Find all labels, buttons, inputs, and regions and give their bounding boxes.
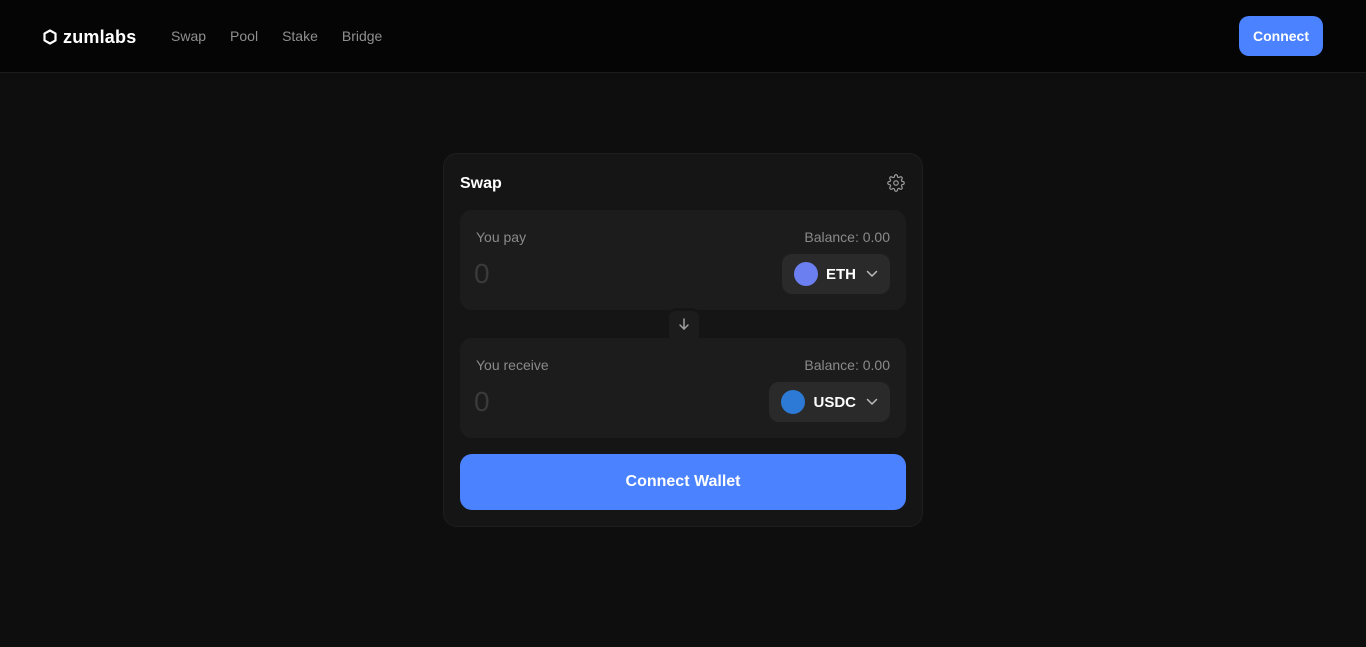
eth-token-icon (794, 262, 818, 286)
nav-swap[interactable]: Swap (171, 28, 206, 45)
top-bar: zumlabs Swap Pool Stake Bridge Connect (0, 0, 1366, 73)
connect-button[interactable]: Connect (1239, 16, 1323, 56)
swap-card: Swap You pay Balance: 0.00 ETH You recei… (443, 153, 923, 527)
connect-wallet-button[interactable]: Connect Wallet (460, 454, 906, 510)
pay-amount-input[interactable] (474, 256, 674, 292)
nav-stake[interactable]: Stake (282, 28, 318, 45)
brand-name: zumlabs (63, 26, 137, 47)
usdc-token-icon (781, 390, 806, 414)
receive-token-selector[interactable]: USDC (769, 382, 890, 422)
receive-panel: You receive Balance: 0.00 USDC (460, 338, 906, 438)
pay-token-selector[interactable]: ETH (782, 254, 890, 294)
logo-hex-icon (43, 29, 57, 45)
pay-label: You pay (476, 229, 527, 245)
receive-label: You receive (476, 357, 549, 373)
receive-amount-input[interactable] (474, 384, 674, 420)
pay-balance: Balance: 0.00 (804, 229, 890, 245)
gear-icon[interactable] (887, 174, 905, 192)
nav-bridge[interactable]: Bridge (342, 28, 382, 45)
arrow-down-icon (677, 317, 691, 336)
chevron-down-icon (866, 398, 878, 406)
receive-balance: Balance: 0.00 (804, 357, 890, 373)
pay-token-name: ETH (826, 265, 856, 283)
pay-panel: You pay Balance: 0.00 ETH (460, 210, 906, 310)
swap-title: Swap (460, 175, 502, 192)
main-nav: Swap Pool Stake Bridge (171, 28, 406, 45)
receive-token-name: USDC (813, 393, 856, 411)
chevron-down-icon (866, 270, 878, 278)
brand[interactable]: zumlabs (43, 26, 136, 48)
nav-pool[interactable]: Pool (230, 28, 258, 45)
